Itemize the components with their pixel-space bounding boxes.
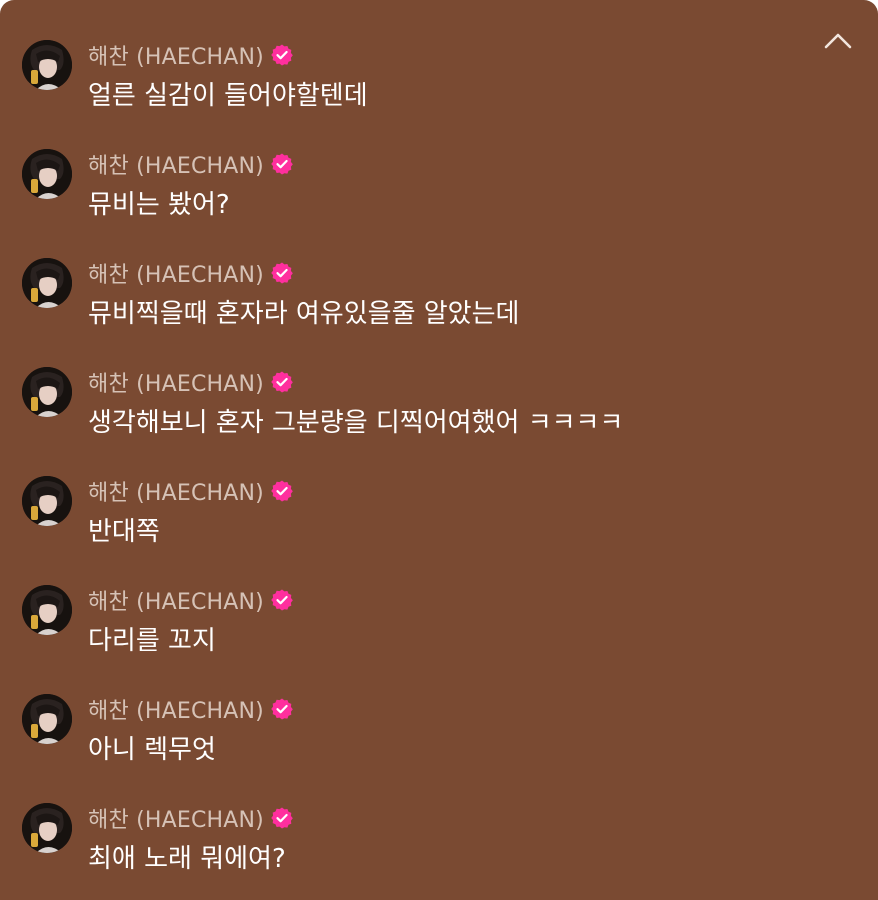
- author-name: 해찬 (HAECHAN): [88, 263, 264, 288]
- verified-badge-icon: [270, 806, 294, 830]
- message-text: 최애 노래 뭐에여?: [88, 844, 286, 874]
- avatar[interactable]: [22, 476, 72, 526]
- message-list: 해찬 (HAECHAN) 얼른 실감이 들어야할텐데 해찬 (HAECHAN) …: [0, 38, 878, 900]
- author-name: 해찬 (HAECHAN): [88, 481, 264, 506]
- verified-badge-icon: [270, 370, 294, 394]
- verified-badge-icon: [270, 697, 294, 721]
- author-row: 해찬 (HAECHAN): [88, 256, 294, 290]
- author-row: 해찬 (HAECHAN): [88, 38, 294, 72]
- message-text: 뮤비는 봤어?: [88, 190, 230, 220]
- author-name: 해찬 (HAECHAN): [88, 45, 264, 70]
- author-row: 해찬 (HAECHAN): [88, 692, 294, 726]
- author-name: 해찬 (HAECHAN): [88, 372, 264, 397]
- avatar[interactable]: [22, 40, 72, 90]
- verified-badge-icon: [270, 152, 294, 176]
- author-row: 해찬 (HAECHAN): [88, 474, 294, 508]
- author-name: 해찬 (HAECHAN): [88, 808, 264, 833]
- message-text: 다리를 꼬지: [88, 626, 216, 656]
- avatar[interactable]: [22, 367, 72, 417]
- chat-message: 해찬 (HAECHAN) 반대쪽: [0, 474, 878, 583]
- chat-message: 해찬 (HAECHAN) 다리를 꼬지: [0, 583, 878, 692]
- avatar[interactable]: [22, 694, 72, 744]
- avatar[interactable]: [22, 258, 72, 308]
- chat-panel: 해찬 (HAECHAN) 얼른 실감이 들어야할텐데 해찬 (HAECHAN) …: [0, 0, 878, 900]
- avatar[interactable]: [22, 149, 72, 199]
- verified-badge-icon: [270, 479, 294, 503]
- chat-message: 해찬 (HAECHAN) 뮤비는 봤어?: [0, 147, 878, 256]
- message-text: 반대쪽: [88, 517, 160, 547]
- verified-badge-icon: [270, 43, 294, 67]
- message-text: 얼른 실감이 들어야할텐데: [88, 81, 368, 111]
- message-text: 생각해보니 혼자 그분량을 디찍어여했어 ㅋㅋㅋㅋ: [88, 408, 624, 438]
- author-row: 해찬 (HAECHAN): [88, 147, 294, 181]
- verified-badge-icon: [270, 588, 294, 612]
- chat-message: 해찬 (HAECHAN) 얼른 실감이 들어야할텐데: [0, 38, 878, 147]
- chat-message: 해찬 (HAECHAN) 뮤비찍을때 혼자라 여유있을줄 알았는데: [0, 256, 878, 365]
- chat-message: 해찬 (HAECHAN) 생각해보니 혼자 그분량을 디찍어여했어 ㅋㅋㅋㅋ: [0, 365, 878, 474]
- author-row: 해찬 (HAECHAN): [88, 365, 294, 399]
- message-text: 뮤비찍을때 혼자라 여유있을줄 알았는데: [88, 299, 520, 329]
- chat-message: 해찬 (HAECHAN) 아니 렉무엇: [0, 692, 878, 801]
- avatar[interactable]: [22, 803, 72, 853]
- author-row: 해찬 (HAECHAN): [88, 583, 294, 617]
- avatar[interactable]: [22, 585, 72, 635]
- verified-badge-icon: [270, 261, 294, 285]
- author-name: 해찬 (HAECHAN): [88, 590, 264, 615]
- author-row: 해찬 (HAECHAN): [88, 801, 294, 835]
- chat-message: 해찬 (HAECHAN) 최애 노래 뭐에여?: [0, 801, 878, 900]
- author-name: 해찬 (HAECHAN): [88, 699, 264, 724]
- author-name: 해찬 (HAECHAN): [88, 154, 264, 179]
- message-text: 아니 렉무엇: [88, 735, 216, 765]
